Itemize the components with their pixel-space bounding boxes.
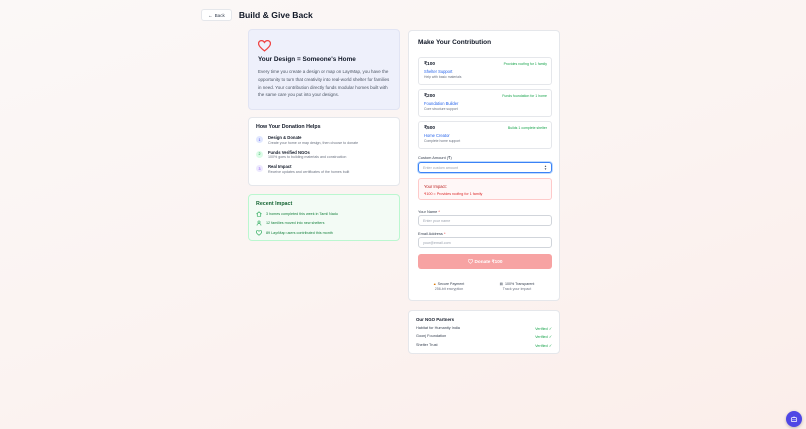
arrow-left-icon: ← (208, 12, 213, 18)
recent-item-text: 3 homes completed this week in Tamil Nad… (266, 211, 338, 216)
how-item: 1 Design & Donate Create your home or ma… (256, 135, 392, 145)
name-input[interactable]: Enter your name (418, 215, 552, 226)
how-item: 2 Funds Verified NGOs 100% goes to build… (256, 149, 392, 159)
recent-item-text: 89 LayrMap users contributed this month (266, 230, 333, 235)
required-mark: * (438, 209, 440, 214)
tier-badge: Builds 1 complete shelter (507, 126, 547, 130)
heart-icon (258, 40, 390, 52)
recent-item: 12 families moved into new shelters (256, 220, 392, 226)
donate-button[interactable]: Donate ₹100 (418, 254, 552, 269)
step-number: 3 (256, 165, 263, 172)
tier-option-200[interactable]: ₹200 Foundation Builder Core structure s… (418, 89, 552, 117)
partner-row: Habitat for Humanity India Verified ✓ (416, 326, 552, 331)
how-it-helps-card: How Your Donation Helps 1 Design & Donat… (248, 117, 400, 186)
how-item-desc: 100% goes to building materials and cons… (268, 155, 347, 159)
tier-name: Shelter Support (424, 69, 453, 74)
recent-item: 3 homes completed this week in Tamil Nad… (256, 210, 392, 217)
verified-badge: Verified ✓ (535, 326, 552, 331)
how-item-desc: Create your home or map design, then cho… (268, 140, 359, 145)
ngo-partners-card: Our NGO Partners Habitat for Humanity In… (408, 310, 560, 354)
tier-badge: Funds foundation for 1 home (502, 94, 547, 98)
step-number: 1 (256, 136, 263, 143)
partner-row: Shelter Trust Verified ✓ (416, 343, 552, 348)
spinner-icon[interactable]: ▲ ▼ (544, 164, 547, 171)
email-label: Email Address * (418, 231, 445, 236)
name-placeholder: Enter your name (423, 218, 451, 223)
recent-title: Recent Impact (256, 201, 293, 207)
custom-amount-placeholder: Enter custom amount (423, 165, 459, 170)
verified-badge: Verified ✓ (535, 343, 552, 348)
page-title: Build & Give Back (238, 10, 313, 20)
trust-title: Secure Payment (437, 282, 465, 286)
contribution-title: Make Your Contribution (418, 39, 492, 46)
trust-desc: 256-bit encryption (434, 287, 464, 291)
partner-name: Goonj Foundation (416, 334, 447, 338)
impact-box: Your Impact: ₹100 = Provides roofing for… (418, 178, 552, 200)
donate-label: Donate ₹100 (474, 258, 503, 264)
email-input[interactable]: your@email.com (418, 237, 552, 248)
impact-title: Your Impact: (424, 184, 447, 189)
how-item-title: Funds Verified NGOs (268, 149, 310, 155)
required-mark: * (443, 231, 446, 236)
tier-badge: Provides roofing for 1 family (503, 62, 547, 66)
tier-desc: Complete home support (424, 138, 461, 143)
custom-amount-input[interactable]: Enter custom amount ▲ ▼ (418, 162, 552, 173)
heart-icon (467, 258, 473, 265)
heart-icon (256, 229, 262, 236)
name-label: Your Name * (418, 209, 440, 214)
tier-name: Foundation Builder (424, 101, 459, 106)
impact-text: ₹100 = Provides roofing for 1 family (424, 191, 483, 196)
step-number: 2 (256, 150, 263, 158)
tier-option-100[interactable]: ₹100 Shelter Support Help with basic mat… (418, 57, 552, 85)
tier-desc: Help with basic materials (424, 74, 462, 79)
page-header: ← Back Build & Give Back (201, 9, 313, 21)
hero-title: Your Design = Someone's Home (258, 56, 356, 63)
custom-amount-label: Custom Amount (₹) (418, 155, 452, 160)
trust-transparent: ▤ 100% Transparent Track your impact (495, 282, 539, 291)
hero-card: Your Design = Someone's Home Every time … (248, 29, 400, 110)
hero-text: Every time you create a design or map on… (258, 69, 390, 98)
tier-name: Home Creator (424, 133, 450, 138)
partner-row: Goonj Foundation Verified ✓ (416, 334, 552, 339)
lock-icon: 🔒︎ (433, 282, 436, 286)
tier-option-500[interactable]: ₹500 Home Creator Complete home support … (418, 121, 552, 149)
how-item-title: Real Impact (268, 164, 292, 169)
users-icon (256, 220, 262, 226)
recent-impact-card: Recent Impact 3 homes completed this wee… (248, 194, 400, 241)
how-item: 3 Real Impact Receive updates and certif… (256, 164, 392, 174)
recent-item-text: 12 families moved into new shelters (266, 221, 325, 225)
how-item-desc: Receive updates and certificates of the … (268, 169, 350, 174)
trust-secure: 🔒︎ Secure Payment 256-bit encryption (429, 282, 469, 291)
contribution-card: Make Your Contribution ₹100 Shelter Supp… (408, 30, 560, 301)
partner-name: Shelter Trust (416, 342, 438, 347)
partner-name: Habitat for Humanity India (416, 325, 460, 330)
email-placeholder: your@email.com (423, 240, 451, 245)
how-item-title: Design & Donate (268, 135, 302, 140)
partners-title: Our NGO Partners (416, 317, 455, 322)
chart-icon: ▤ (499, 282, 504, 286)
chat-fab-button[interactable] (786, 411, 802, 427)
verified-badge: Verified ✓ (535, 335, 552, 339)
how-title: How Your Donation Helps (256, 124, 321, 130)
trust-title: 100% Transparent (505, 282, 535, 286)
bot-icon (790, 410, 798, 428)
back-button[interactable]: ← Back (201, 9, 232, 21)
recent-item: 89 LayrMap users contributed this month (256, 229, 392, 236)
trust-desc: Track your impact (502, 287, 532, 291)
home-icon (256, 210, 262, 217)
tier-desc: Core structure support (424, 106, 458, 111)
name-label-text: Your Name (418, 209, 438, 214)
email-label-text: Email Address (418, 231, 443, 236)
back-label: Back (214, 12, 225, 18)
